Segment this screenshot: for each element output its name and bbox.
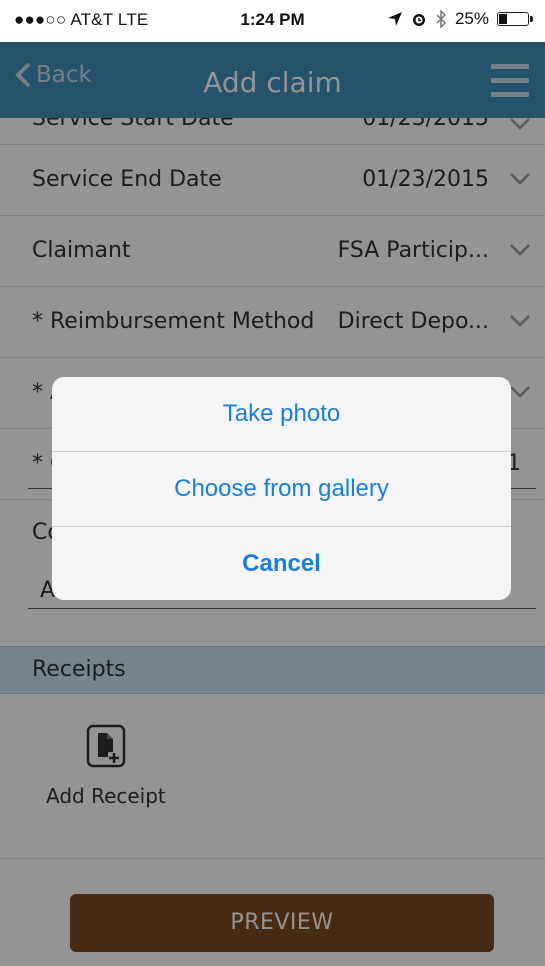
cancel-button[interactable]: Cancel xyxy=(52,527,511,600)
take-photo-button[interactable]: Take photo xyxy=(52,377,511,451)
status-right: 25% xyxy=(387,9,533,29)
battery-icon xyxy=(497,12,533,26)
bluetooth-icon xyxy=(436,10,447,28)
photo-action-sheet: Take photo Choose from gallery Cancel xyxy=(52,377,511,600)
alarm-icon xyxy=(412,14,425,26)
choose-gallery-button[interactable]: Choose from gallery xyxy=(52,452,511,526)
battery-percent: 25% xyxy=(454,9,489,28)
location-arrow-icon xyxy=(387,12,402,26)
status-bar: ●●●○○ AT&T LTE 1:24 PM 25% xyxy=(0,0,545,42)
